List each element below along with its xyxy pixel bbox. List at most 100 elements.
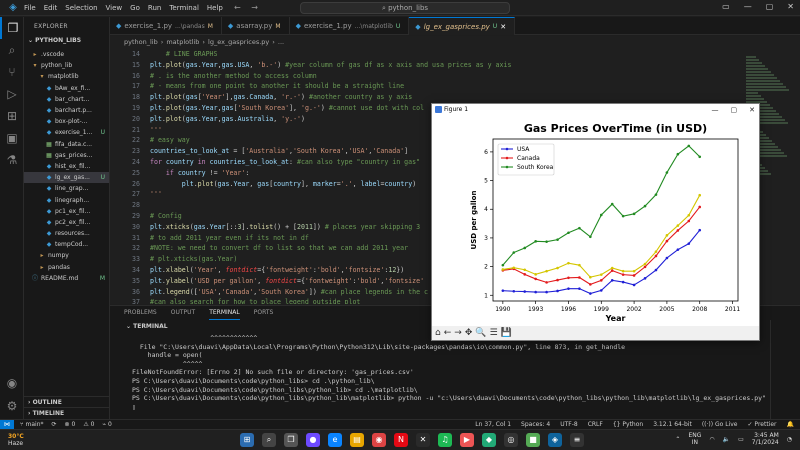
file-tree-item[interactable]: ▦ gas_prices... [24, 150, 109, 161]
close-icon[interactable]: ✕ [787, 2, 794, 11]
encoding[interactable]: UTF-8 [560, 421, 578, 428]
code-line[interactable]: #NOTE: we need to convert df to list so … [150, 244, 408, 252]
breadcrumb-item[interactable]: python_lib [124, 36, 158, 48]
breadcrumb-item[interactable]: matplotlib [166, 36, 199, 48]
layout-icon[interactable]: ▭ [722, 2, 730, 11]
code-line[interactable]: plt.plot(gas.Year, gas[country], marker=… [150, 180, 416, 188]
maximize-icon[interactable]: ▢ [766, 2, 774, 11]
file-tree-item[interactable]: ◆ barchart.p... [24, 105, 109, 116]
file-tree-item[interactable]: ▸ numpy [24, 250, 109, 261]
extensions-icon[interactable]: ⊞ [0, 105, 24, 127]
file-tree-item[interactable]: ▸ .vscode [24, 49, 109, 60]
account-icon[interactable]: ◉ [0, 372, 24, 394]
panel-tab-output[interactable]: OUTPUT [171, 306, 195, 320]
file-tree-item[interactable]: ◆ bar_chart... [24, 94, 109, 105]
ports-count[interactable]: ⌁ 0 [102, 421, 111, 428]
home-icon[interactable]: ⌂ [435, 328, 441, 338]
file-tree-item[interactable]: ◆ tempCod... [24, 239, 109, 250]
pan-icon[interactable]: ✥ [465, 328, 473, 338]
minimize-icon[interactable]: — [744, 2, 752, 11]
python-interpreter[interactable]: 3.12.1 64-bit [653, 421, 692, 428]
code-line[interactable]: # Config [150, 212, 182, 220]
menu-selection[interactable]: Selection [65, 4, 97, 12]
file-tree-item[interactable]: ◆ hist_ex_fil... [24, 161, 109, 172]
notification-icon[interactable]: ◔ [787, 436, 792, 443]
testing-icon[interactable]: ⚗ [0, 149, 24, 171]
explorer-icon[interactable]: ❐ [0, 17, 24, 39]
code-line[interactable]: plt.plot(gas['Year'],gas.Canada, 'r.-') … [150, 93, 412, 101]
panel-tab-terminal[interactable]: TERMINAL [209, 306, 240, 320]
clock[interactable]: 3:45 AM 7/1/2024 [752, 432, 779, 446]
app-icon-4[interactable]: ◆ [482, 433, 496, 447]
wifi-icon[interactable]: ◠ [709, 436, 714, 443]
editor-tab[interactable]: ◆ exercise_1.py ...\matplotlib U [290, 17, 410, 35]
code-line[interactable]: # plt.xticks(gas.Year) [150, 255, 237, 263]
line-endings[interactable]: CRLF [588, 421, 603, 428]
remote-indicator-icon[interactable]: ⋈ [0, 419, 14, 430]
menu-run[interactable]: Run [148, 4, 161, 12]
language-mode[interactable]: {} Python [613, 421, 643, 428]
vscode-taskbar-icon[interactable]: ◈ [548, 433, 562, 447]
remote-explorer-icon[interactable]: ▣ [0, 127, 24, 149]
editor-tab[interactable]: ◆ exercise_1.py ...\pandas M [110, 17, 222, 35]
file-tree-item[interactable]: ◆ box-plot-... [24, 116, 109, 127]
file-tree-item[interactable]: ◆ line_grap... [24, 183, 109, 194]
matplotlib-figure-window[interactable]: Figure 1 — ▢ ✕ Gas Prices OverTime (in U… [431, 103, 760, 341]
file-tree-item[interactable]: ▾ python_lib [24, 60, 109, 71]
task-view-icon[interactable]: ❐ [284, 433, 298, 447]
code-line[interactable]: #can also search for how to place legend… [150, 298, 360, 304]
save-icon[interactable]: 💾 [501, 328, 512, 338]
command-center-search[interactable]: ⌕ python_libs [300, 2, 510, 14]
code-line[interactable]: countries_to_look_at = ['Australia','Sou… [150, 147, 408, 155]
code-line[interactable]: plt.plot(gas.Year,gas.USA, 'b.-') #year … [150, 61, 511, 69]
terminal-list[interactable] [770, 320, 800, 420]
figure-title-bar[interactable]: Figure 1 — ▢ ✕ [432, 104, 759, 116]
code-line[interactable]: plt.legend(['USA','Canada','South Korea'… [150, 288, 428, 296]
menu-go[interactable]: Go [130, 4, 140, 12]
file-tree-item[interactable]: ◆ exercise_1... U [24, 127, 109, 138]
timeline-section[interactable]: › TIMELINE [24, 407, 109, 418]
menu-terminal[interactable]: Terminal [169, 4, 199, 12]
file-tree-item[interactable]: ▦ fifa_data.c... [24, 139, 109, 150]
panel-tab-ports[interactable]: PORTS [254, 306, 274, 320]
editor-tab[interactable]: ◆ asarray.py M [222, 17, 290, 35]
file-tree-item[interactable]: ◆ linegraph... [24, 194, 109, 205]
back-arrow-icon[interactable]: ← [234, 3, 241, 12]
taskbar-search-icon[interactable]: ⌕ [262, 433, 276, 447]
code-line[interactable]: plt.plot(gas.Year,gas['South Korea'], 'g… [150, 104, 424, 112]
notifications-bell-icon[interactable]: 🔔 [787, 421, 794, 428]
code-line[interactable]: plt.plot(gas.Year,gas.Australia, 'y.-') [150, 115, 305, 123]
editor-tab[interactable]: ◆ lg_ex_gasprices.py U ✕ [409, 17, 516, 35]
go-live-button[interactable]: ((·)) Go Live [702, 421, 738, 428]
configure-subplots-icon[interactable]: ☰ [490, 328, 498, 338]
file-tree-item[interactable]: ◆ pc1_ex_fil... [24, 206, 109, 217]
file-tree-item[interactable]: ◆ pc2_ex_fil... [24, 217, 109, 228]
warnings-count[interactable]: ⚠ 0 [83, 421, 94, 428]
code-line[interactable]: plt.ylabel('USD per gallon', fontdict={'… [150, 277, 424, 285]
file-explorer-icon[interactable]: ▤ [350, 433, 364, 447]
menu-help[interactable]: Help [207, 4, 223, 12]
outline-section[interactable]: › OUTLINE [24, 396, 109, 407]
code-line[interactable]: ''' [150, 126, 162, 134]
code-line[interactable]: if country != 'Year': [150, 169, 249, 177]
search-icon[interactable]: ⌕ [0, 39, 24, 61]
app-icon-2[interactable]: ✕ [416, 433, 430, 447]
forward-arrow-icon[interactable]: → [251, 3, 258, 12]
menu-file[interactable]: File [24, 4, 36, 12]
menu-view[interactable]: View [106, 4, 123, 12]
github-icon[interactable]: ◎ [504, 433, 518, 447]
app-icon-6[interactable]: ≡ [570, 433, 584, 447]
sync-icon[interactable]: ⟳ [52, 421, 57, 428]
terminal-section-header[interactable]: ⌄ TERMINAL [126, 323, 168, 330]
code-line[interactable]: # - means from one point to another it s… [150, 82, 404, 90]
app-icon-1[interactable]: ● [306, 433, 320, 447]
back-icon[interactable]: ← [444, 328, 452, 338]
weather-widget[interactable]: 30°C Haze [8, 433, 24, 447]
zoom-icon[interactable]: 🔍 [475, 328, 486, 338]
file-tree-item[interactable]: ▸ pandas [24, 262, 109, 273]
input-language[interactable]: ENG IN [688, 432, 701, 446]
code-line[interactable]: # LINE GRAPHS [150, 50, 218, 58]
manage-gear-icon[interactable]: ⚙ [0, 395, 24, 417]
prettier-status[interactable]: ✓ Prettier [748, 421, 777, 428]
start-windows-icon[interactable]: ⊞ [240, 433, 254, 447]
